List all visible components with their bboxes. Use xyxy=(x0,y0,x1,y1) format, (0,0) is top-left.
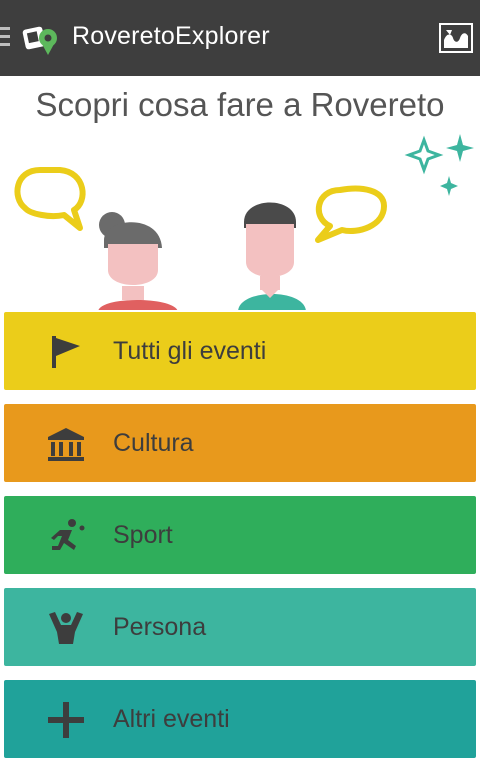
running-icon xyxy=(51,519,85,550)
menu-item-label: Persona xyxy=(113,613,207,641)
hero-illustration xyxy=(14,134,474,310)
app-bar: RoveretoExplorer xyxy=(0,0,480,76)
menu-item-altri-eventi[interactable]: Altri eventi xyxy=(4,680,476,758)
page-headline: Scopri cosa fare a Rovereto xyxy=(35,86,445,123)
woman-figure-icon xyxy=(98,212,177,310)
app-logo-icon[interactable] xyxy=(20,22,60,58)
man-figure-icon xyxy=(238,202,306,310)
flag-icon xyxy=(52,336,80,368)
museum-icon xyxy=(48,428,84,461)
menu-item-label: Sport xyxy=(113,521,173,549)
plus-icon xyxy=(48,702,84,738)
app-title: RoveretoExplorer xyxy=(72,22,270,50)
speech-bubble-right-icon xyxy=(315,185,387,243)
hamburger-icon[interactable] xyxy=(0,27,10,47)
menu-item-tutti-gli-eventi[interactable]: Tutti gli eventi xyxy=(4,312,476,390)
sparkle-icon xyxy=(404,134,474,196)
menu-item-cultura[interactable]: Cultura xyxy=(4,404,476,482)
speech-bubble-left-icon xyxy=(14,167,86,231)
menu-item-label: Altri eventi xyxy=(113,705,230,733)
map-icon[interactable] xyxy=(438,20,474,56)
menu-item-label: Tutti gli eventi xyxy=(113,337,267,365)
menu-item-sport[interactable]: Sport xyxy=(4,496,476,574)
menu-item-label: Cultura xyxy=(113,429,194,457)
menu-item-persona[interactable]: Persona xyxy=(4,588,476,666)
person-cheering-icon xyxy=(49,612,83,644)
